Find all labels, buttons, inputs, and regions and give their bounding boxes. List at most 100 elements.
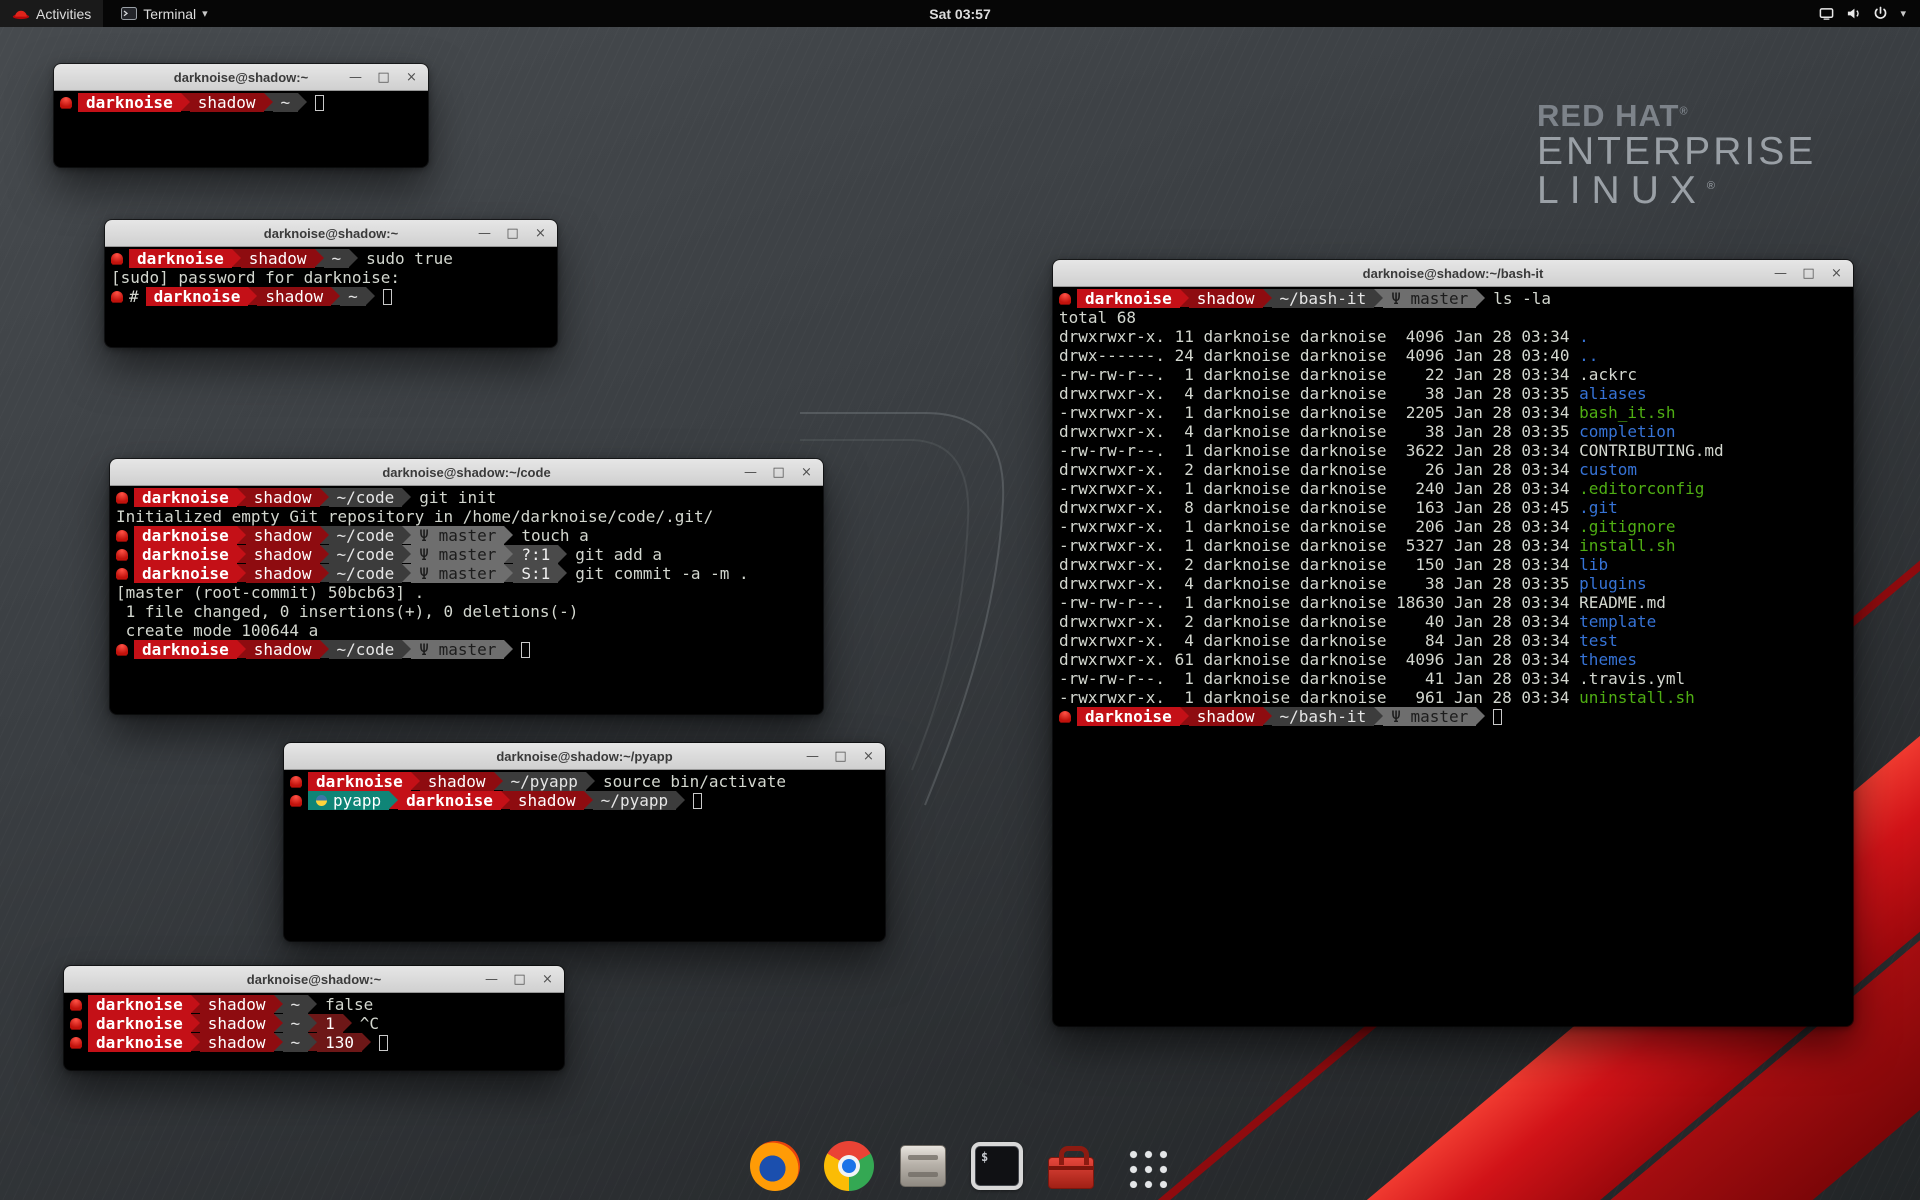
maximize-button[interactable]: □ (833, 749, 848, 764)
powerline-arrow-icon (331, 287, 340, 305)
ls-columns: drwxrwxr-x. 2 darknoise darknoise 26 Jan… (1059, 460, 1579, 479)
terminal-window-bash-it[interactable]: darknoise@shadow:~/bash-it — □ × darknoi… (1053, 260, 1853, 1026)
dock-item-toolbox[interactable] (1042, 1137, 1100, 1195)
close-button[interactable]: × (540, 972, 555, 987)
output-line: Initialized empty Git repository in /hom… (116, 507, 817, 526)
close-button[interactable]: × (1829, 266, 1844, 281)
minimize-button[interactable]: — (477, 226, 492, 241)
powerline-arrow-icon (402, 564, 411, 582)
redhat-logo-icon (12, 7, 30, 20)
terminal-window-sudo[interactable]: darknoise@shadow:~ — □ × darknoiseshadow… (105, 220, 557, 347)
powerline-arrow-icon (264, 93, 273, 111)
terminal-body[interactable]: darknoiseshadow~sudo true[sudo] password… (105, 247, 557, 347)
minimize-button[interactable]: — (484, 972, 499, 987)
terminal-body[interactable]: darknoiseshadow~ (54, 91, 428, 167)
powerline-arrow-icon (494, 772, 503, 790)
output-line: -rw-rw-r--. 1 darknoise darknoise 22 Jan… (1059, 365, 1847, 384)
output-line: drwxrwxr-x. 8 darknoise darknoise 163 Ja… (1059, 498, 1847, 517)
maximize-button[interactable]: □ (376, 70, 391, 85)
prompt-line: darknoiseshadow~/pyappsource bin/activat… (290, 772, 879, 791)
powerline-arrow-icon (320, 488, 329, 506)
prompt-segment-user: darknoise (398, 791, 501, 810)
window-title: darknoise@shadow:~ (264, 226, 398, 241)
brand-enterprise: ENTERPRISE (1537, 132, 1816, 172)
dock-item-terminal[interactable]: $ (968, 1137, 1026, 1195)
terminal-body[interactable]: darknoiseshadow~/codegit initInitialized… (110, 486, 823, 714)
activities-button[interactable]: Activities (0, 0, 103, 27)
window-titlebar[interactable]: darknoise@shadow:~ — □ × (54, 64, 428, 91)
redhat-prompt-icon (70, 1018, 82, 1029)
powerline-arrow-icon (308, 1014, 317, 1032)
powerline-arrow-icon (558, 545, 567, 563)
prompt-line: darknoiseshadow~/codegit init (116, 488, 817, 507)
prompt-segment-host: shadow (200, 1014, 274, 1033)
prompt-segment-user: darknoise (88, 1033, 191, 1052)
window-titlebar[interactable]: darknoise@shadow:~ — □ × (105, 220, 557, 247)
powerline-arrow-icon (308, 1033, 317, 1051)
activities-label: Activities (36, 6, 91, 22)
minimize-button[interactable]: — (348, 70, 363, 85)
terminal-window-pyapp[interactable]: darknoise@shadow:~/pyapp — □ × darknoise… (284, 743, 885, 941)
prompt-segment-host: shadow (1189, 289, 1263, 308)
dock-item-chrome[interactable] (820, 1137, 878, 1195)
clock[interactable]: Sat 03:57 (929, 6, 990, 22)
ls-filename: .gitignore (1579, 517, 1675, 536)
prompt-line: darknoiseshadow~ (60, 93, 422, 112)
powerline-arrow-icon (237, 564, 246, 582)
prompt-line: pyappdarknoiseshadow~/pyapp (290, 791, 879, 810)
window-titlebar[interactable]: darknoise@shadow:~/bash-it — □ × (1053, 260, 1853, 287)
terminal-body[interactable]: darknoiseshadow~falsedarknoiseshadow~1^C… (64, 993, 564, 1070)
prompt-segment-git: Ψ master (411, 640, 504, 659)
window-titlebar[interactable]: darknoise@shadow:~/code — □ × (110, 459, 823, 486)
rhel-wallpaper-logo: RED HAT® ENTERPRISE LINUX® (1537, 100, 1816, 211)
maximize-button[interactable]: □ (512, 972, 527, 987)
minimize-button[interactable]: — (805, 749, 820, 764)
output-line: total 68 (1059, 308, 1847, 327)
powerline-arrow-icon (1263, 707, 1272, 725)
dock-item-files[interactable] (894, 1137, 952, 1195)
minimize-button[interactable]: — (743, 465, 758, 480)
powerline-arrow-icon (402, 526, 411, 544)
terminal-body[interactable]: darknoiseshadow~/pyappsource bin/activat… (284, 770, 885, 941)
window-titlebar[interactable]: darknoise@shadow:~ — □ × (64, 966, 564, 993)
terminal-window-home-1[interactable]: darknoise@shadow:~ — □ × darknoiseshadow… (54, 64, 428, 167)
terminal-window-code[interactable]: darknoise@shadow:~/code — □ × darknoises… (110, 459, 823, 714)
output-line: -rwxrwxr-x. 1 darknoise darknoise 240 Ja… (1059, 479, 1847, 498)
powerline-arrow-icon (504, 564, 513, 582)
maximize-button[interactable]: □ (1801, 266, 1816, 281)
python-icon (316, 795, 327, 806)
system-status-area[interactable]: ▾ (1811, 0, 1914, 27)
powerline-arrow-icon (349, 249, 358, 267)
close-button[interactable]: × (404, 70, 419, 85)
powerline-arrow-icon (320, 564, 329, 582)
prompt-segment-git: Ψ master (1383, 289, 1476, 308)
terminal-body[interactable]: darknoiseshadow~/bash-itΨ masterls -lato… (1053, 287, 1853, 1026)
ls-columns: -rwxrwxr-x. 1 darknoise darknoise 206 Ja… (1059, 517, 1579, 536)
terminal-icon: $ (975, 1146, 1019, 1186)
powerline-arrow-icon (343, 1014, 352, 1032)
output-line: [master (root-commit) 50bcb63] . (116, 583, 817, 602)
redhat-prompt-icon (70, 1037, 82, 1048)
close-button[interactable]: × (533, 226, 548, 241)
window-titlebar[interactable]: darknoise@shadow:~/pyapp — □ × (284, 743, 885, 770)
prompt-command: git init (419, 488, 496, 507)
close-button[interactable]: × (799, 465, 814, 480)
terminal-app-icon (121, 7, 137, 20)
ls-columns: -rw-rw-r--. 1 darknoise darknoise 41 Jan… (1059, 669, 1579, 688)
prompt-segment-path: ~/pyapp (503, 772, 586, 791)
chevron-down-icon: ▾ (202, 7, 208, 20)
terminal-cursor (383, 289, 392, 305)
close-button[interactable]: × (861, 749, 876, 764)
app-menu-terminal[interactable]: Terminal ▾ (109, 0, 219, 27)
prompt-segment-path: ~ (340, 287, 366, 306)
maximize-button[interactable]: □ (771, 465, 786, 480)
dock-item-firefox[interactable] (746, 1137, 804, 1195)
powerline-arrow-icon (191, 995, 200, 1013)
prompt-segment-venv: pyapp (308, 791, 389, 810)
dock-item-show-applications[interactable] (1116, 1137, 1174, 1195)
minimize-button[interactable]: — (1773, 266, 1788, 281)
maximize-button[interactable]: □ (505, 226, 520, 241)
terminal-window-exit-codes[interactable]: darknoise@shadow:~ — □ × darknoise shadow… (64, 966, 564, 1070)
powerline-arrow-icon (1374, 289, 1383, 307)
powerline-arrow-icon (191, 1033, 200, 1051)
